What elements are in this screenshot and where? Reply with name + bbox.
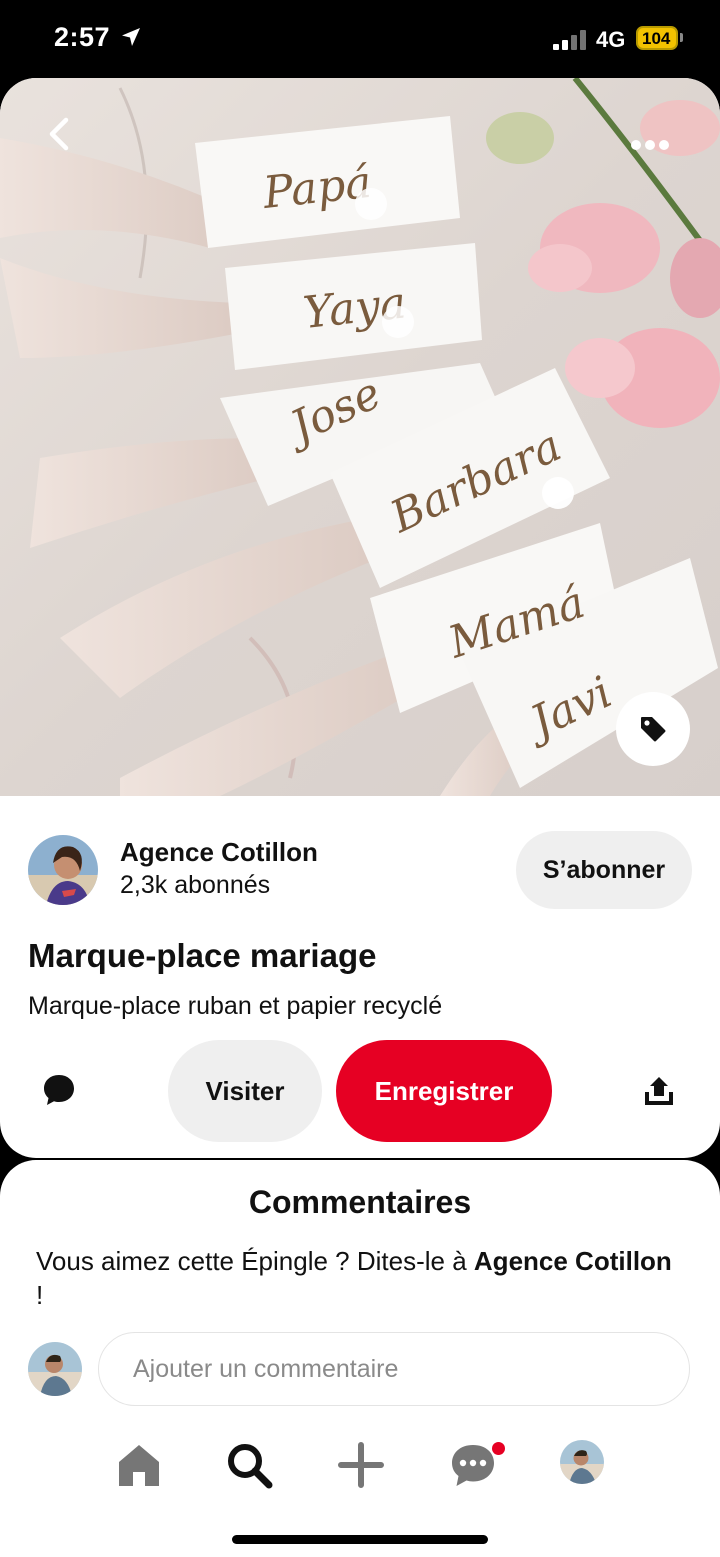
plus-icon[interactable] (336, 1440, 386, 1490)
back-icon[interactable] (40, 114, 80, 154)
creator-name[interactable]: Agence Cotillon (120, 837, 318, 868)
place-card-photo: Papá Yaya Jose Barbara Mamá Javi (0, 78, 720, 796)
comments-prompt-creator[interactable]: Agence Cotillon (474, 1246, 672, 1276)
notification-dot (492, 1442, 505, 1455)
visit-button[interactable]: Visiter (168, 1040, 322, 1142)
comments-prompt-text: Vous aimez cette Épingle ? Dites-le à (36, 1246, 474, 1276)
comment-input[interactable] (98, 1332, 690, 1406)
search-icon[interactable] (224, 1440, 274, 1490)
location-arrow-icon (122, 28, 140, 46)
comments-prompt-suffix: ! (36, 1280, 44, 1310)
follower-count: 2,3k abonnés (120, 871, 271, 899)
comments-sheet: Commentaires Vous aimez cette Épingle ? … (0, 1160, 720, 1460)
pin-image[interactable]: Papá Yaya Jose Barbara Mamá Javi (0, 78, 720, 796)
signal-icon (553, 30, 587, 50)
save-button[interactable]: Enregistrer (336, 1040, 552, 1142)
tag-icon (641, 717, 666, 742)
shop-tag-button[interactable] (616, 692, 690, 766)
home-indicator (232, 1535, 488, 1544)
creator-row: Agence Cotillon 2,3k abonnés S’abonner (28, 831, 692, 911)
pin-title: Marque-place mariage (28, 937, 377, 974)
network-type: 4G (596, 27, 626, 52)
bottom-nav (0, 1420, 720, 1557)
battery-icon: 104 (636, 26, 678, 50)
more-options-icon[interactable] (624, 130, 680, 160)
home-icon[interactable] (114, 1440, 164, 1490)
pin-card: Papá Yaya Jose Barbara Mamá Javi Agence … (0, 78, 720, 1158)
comment-icon[interactable] (42, 1073, 76, 1107)
share-icon[interactable] (642, 1074, 676, 1108)
comments-prompt: Vous aimez cette Épingle ? Dites-le à Ag… (36, 1244, 676, 1312)
status-bar: 2:57 4G 104 (0, 0, 720, 78)
profile-avatar[interactable] (560, 1440, 604, 1484)
messages-icon[interactable] (448, 1440, 498, 1490)
status-time: 2:57 (54, 22, 111, 52)
battery-level: 104 (642, 29, 671, 48)
creator-avatar[interactable] (28, 835, 98, 905)
current-user-avatar (28, 1342, 82, 1396)
comments-title: Commentaires (248, 1184, 472, 1220)
pin-description: Marque-place ruban et papier recyclé (28, 992, 443, 1020)
battery-nub (680, 33, 683, 42)
follow-button[interactable]: S’abonner (516, 831, 692, 909)
